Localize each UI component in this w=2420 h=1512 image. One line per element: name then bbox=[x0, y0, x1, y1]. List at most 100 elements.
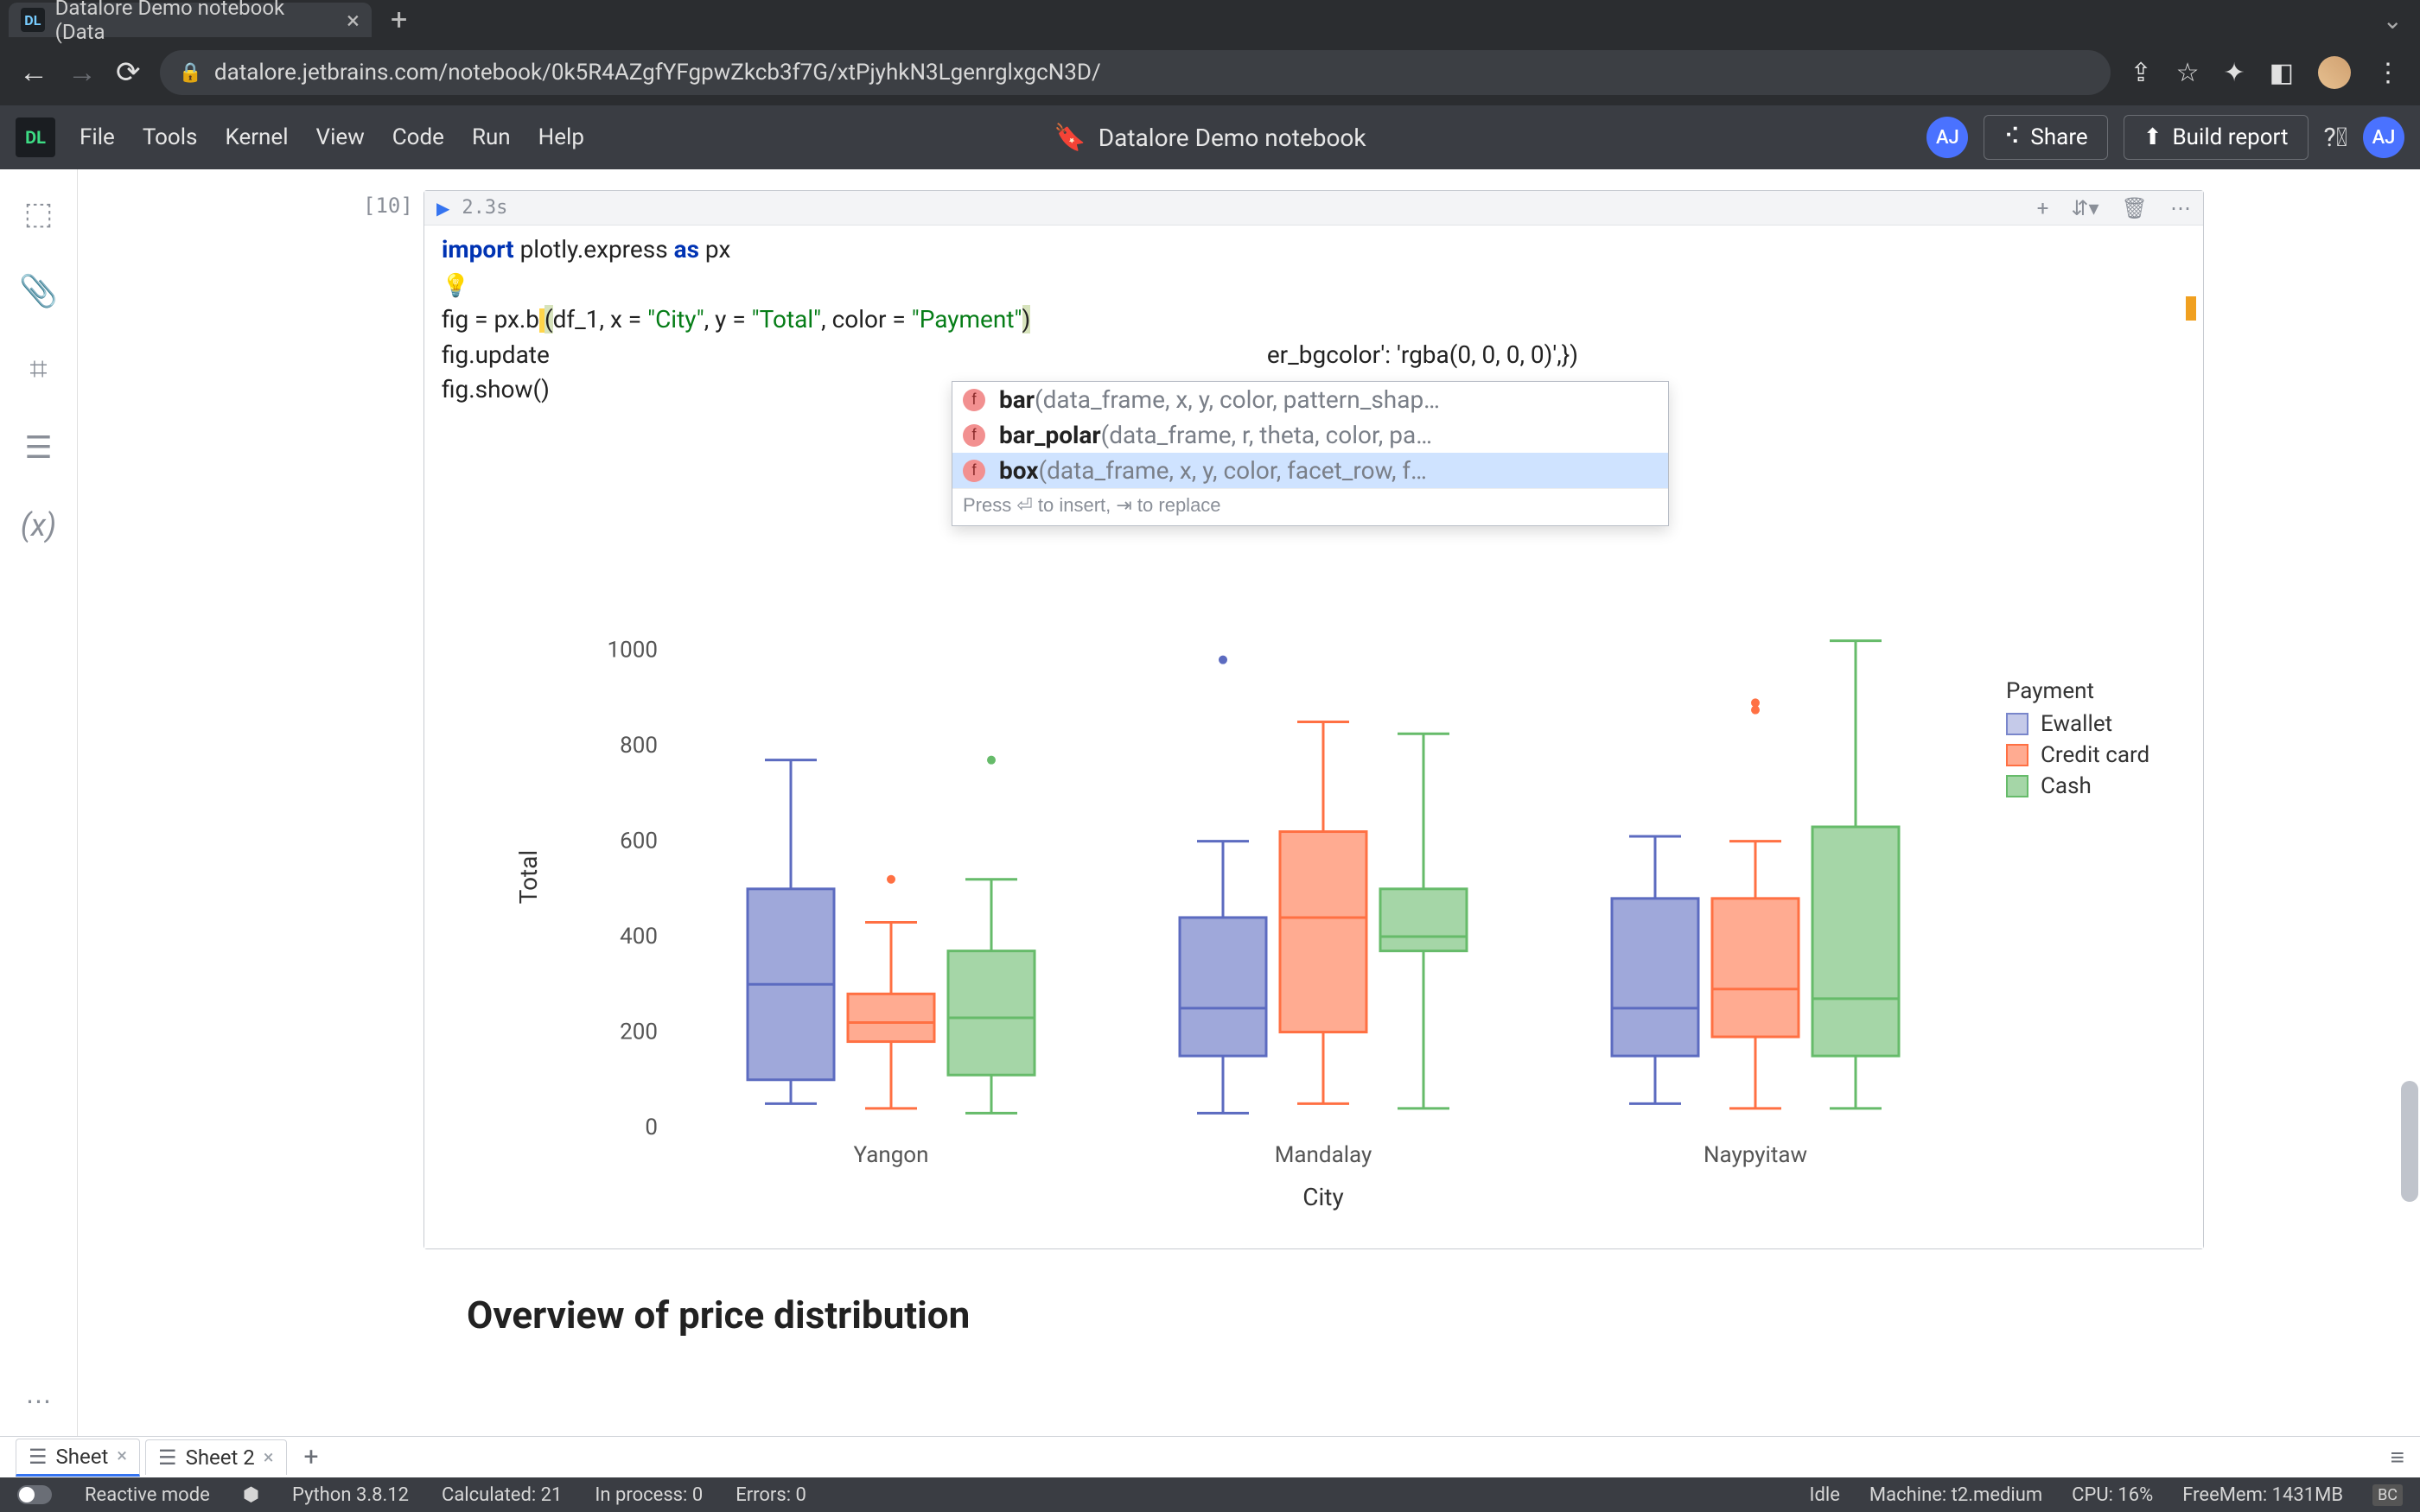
menu-view[interactable]: View bbox=[316, 124, 365, 150]
status-errors[interactable]: Errors: 0 bbox=[736, 1484, 806, 1506]
legend-item[interactable]: Credit card bbox=[2006, 742, 2149, 768]
status-cpu: CPU: 16% bbox=[2072, 1484, 2153, 1506]
cell-more-icon[interactable]: ⋯ bbox=[2170, 196, 2191, 220]
back-icon[interactable]: ← bbox=[19, 55, 48, 90]
outline-icon[interactable]: ☰ bbox=[24, 429, 52, 466]
sheet-tab[interactable]: ☰ Sheet × bbox=[16, 1439, 140, 1477]
menu-help[interactable]: Help bbox=[538, 124, 584, 150]
python-icon: ⬢ bbox=[243, 1484, 259, 1506]
status-right: Idle Machine: t2.medium CPU: 16% FreeMem… bbox=[1810, 1484, 2404, 1506]
sheet-icon: ☰ bbox=[158, 1445, 177, 1470]
tab-favicon: DL bbox=[21, 8, 45, 32]
code-txt: , color = bbox=[821, 305, 912, 334]
code-txt: px bbox=[699, 235, 730, 264]
status-reactive-label[interactable]: Reactive mode bbox=[85, 1484, 210, 1506]
legend-item[interactable]: Ewallet bbox=[2006, 711, 2149, 737]
datalore-logo[interactable]: DL bbox=[16, 118, 55, 157]
workspace: ⬚ 📎 ⌗ ☰ (x) ⋯ [10] ▶ 2.3s + ⇵▾ 🗑 ⋯ impor… bbox=[0, 169, 2420, 1436]
reactive-toggle[interactable] bbox=[17, 1485, 52, 1504]
menu-run[interactable]: Run bbox=[472, 124, 511, 150]
cube-icon[interactable]: ⬚ bbox=[23, 195, 53, 232]
profile-avatar[interactable] bbox=[2318, 56, 2351, 89]
chip-icon[interactable]: ⌗ bbox=[29, 351, 47, 388]
svg-text:Mandalay: Mandalay bbox=[1275, 1142, 1372, 1168]
hamburger-icon[interactable]: ≡ bbox=[2391, 1443, 2404, 1471]
browser-tab[interactable]: DL Datalore Demo notebook (Data × bbox=[9, 3, 372, 37]
close-icon[interactable]: × bbox=[347, 6, 360, 35]
bulb-icon[interactable]: 💡 bbox=[442, 273, 469, 299]
notebook-title[interactable]: Datalore Demo notebook bbox=[1099, 124, 1366, 152]
run-icon[interactable]: ▶ bbox=[436, 198, 449, 219]
variable-icon[interactable]: (x) bbox=[21, 507, 56, 543]
menu-code[interactable]: Code bbox=[392, 124, 444, 150]
user-avatar[interactable]: AJ bbox=[2363, 117, 2404, 158]
function-badge-icon: f bbox=[963, 460, 985, 482]
code-cell[interactable]: ▶ 2.3s + ⇵▾ 🗑 ⋯ import plotly.express as… bbox=[424, 190, 2204, 1249]
share-icon: ⠪ bbox=[2003, 124, 2020, 150]
paren-match: ) bbox=[1022, 305, 1031, 334]
sheet-label: Sheet bbox=[56, 1445, 109, 1469]
star-icon[interactable]: ☆ bbox=[2176, 58, 2200, 88]
address-bar-row: ← → ⟳ 🔒 datalore.jetbrains.com/notebook/… bbox=[0, 40, 2420, 105]
more-icon[interactable]: ⋯ bbox=[26, 1387, 52, 1417]
left-rail: ⬚ 📎 ⌗ ☰ (x) ⋯ bbox=[0, 169, 78, 1436]
share-label: Share bbox=[2030, 124, 2087, 150]
code-txt: fig.update bbox=[442, 340, 550, 369]
svg-text:600: 600 bbox=[620, 829, 658, 854]
build-report-label: Build report bbox=[2172, 124, 2288, 150]
status-bc-badge[interactable]: BC bbox=[2372, 1484, 2403, 1506]
extensions-icon[interactable]: ✦ bbox=[2224, 58, 2245, 88]
sheet-icon: ☰ bbox=[29, 1445, 48, 1469]
menu-kernel[interactable]: Kernel bbox=[225, 124, 288, 150]
box-plot[interactable]: 02004006008001000TotalYangonMandalayNayp… bbox=[476, 592, 2205, 1248]
add-cell-icon[interactable]: + bbox=[2037, 196, 2049, 220]
share-icon[interactable]: ⇪ bbox=[2130, 58, 2151, 88]
attachment-icon[interactable]: 📎 bbox=[19, 273, 58, 309]
delete-cell-icon[interactable]: 🗑 bbox=[2122, 196, 2148, 220]
new-tab-button[interactable]: + bbox=[391, 3, 407, 37]
browser-right-icons: ⇪ ☆ ✦ ◧ ⋮ bbox=[2130, 56, 2401, 89]
kebab-icon[interactable]: ⋮ bbox=[2375, 58, 2401, 88]
status-calculated[interactable]: Calculated: 21 bbox=[442, 1484, 562, 1506]
build-report-button[interactable]: ⬆ Build report bbox=[2124, 115, 2309, 160]
url-text: datalore.jetbrains.com/notebook/0k5R4AZg… bbox=[214, 60, 1101, 86]
collaborator-avatar[interactable]: AJ bbox=[1926, 117, 1968, 158]
sheet-tab[interactable]: ☰ Sheet 2 × bbox=[145, 1439, 286, 1475]
svg-text:Naypyitaw: Naypyitaw bbox=[1704, 1142, 1807, 1168]
forward-icon[interactable]: → bbox=[67, 55, 97, 90]
url-bar[interactable]: 🔒 datalore.jetbrains.com/notebook/0k5R4A… bbox=[160, 50, 2111, 95]
menu-tools[interactable]: Tools bbox=[143, 124, 198, 150]
chart-legend[interactable]: Payment Ewallet Credit card Cash bbox=[2006, 678, 2149, 804]
code-txt: er_bgcolor': 'rgba(0, 0, 0, 0)',}) bbox=[1267, 340, 1578, 369]
scrollbar-thumb[interactable] bbox=[2401, 1081, 2418, 1202]
upload-icon: ⬆ bbox=[2143, 124, 2162, 150]
panel-icon[interactable]: ◧ bbox=[2270, 58, 2294, 88]
close-icon[interactable]: × bbox=[264, 1447, 274, 1469]
reload-icon[interactable]: ⟳ bbox=[116, 55, 141, 90]
status-python[interactable]: Python 3.8.12 bbox=[292, 1484, 409, 1506]
autocomplete-popup[interactable]: f bar(data_frame, x, y, color, pattern_s… bbox=[952, 381, 1669, 526]
help-icon[interactable]: ?⃝ bbox=[2324, 123, 2347, 153]
chart-output: 02004006008001000TotalYangonMandalayNayp… bbox=[424, 592, 2203, 1248]
main-menu: File Tools Kernel View Code Run Help bbox=[80, 124, 584, 150]
sheet-tab-bar: ☰ Sheet × ☰ Sheet 2 × + ≡ bbox=[0, 1436, 2420, 1477]
add-sheet-button[interactable]: + bbox=[304, 1442, 319, 1472]
autocomplete-item[interactable]: f bar(data_frame, x, y, color, pattern_s… bbox=[952, 382, 1668, 417]
bookmark-icon[interactable]: 🔖 bbox=[1054, 123, 1086, 153]
legend-item[interactable]: Cash bbox=[2006, 773, 2149, 799]
sheet-label: Sheet 2 bbox=[186, 1445, 255, 1470]
autocomplete-item-selected[interactable]: f box(data_frame, x, y, color, facet_row… bbox=[952, 453, 1668, 488]
autocomplete-item[interactable]: f bar_polar(data_frame, r, theta, color,… bbox=[952, 417, 1668, 453]
close-icon[interactable]: × bbox=[117, 1445, 127, 1467]
menu-file[interactable]: File bbox=[80, 124, 115, 150]
window-chevron-icon[interactable]: ⌄ bbox=[2383, 6, 2420, 35]
share-button[interactable]: ⠪ Share bbox=[1984, 115, 2107, 160]
code-str: "Payment" bbox=[912, 305, 1022, 334]
status-machine[interactable]: Machine: t2.medium bbox=[1869, 1484, 2042, 1506]
ac-sig: (data_frame, x, y, color, facet_row, f… bbox=[1039, 456, 1427, 485]
error-stripe-mark[interactable] bbox=[2186, 296, 2196, 321]
status-inprocess[interactable]: In process: 0 bbox=[595, 1484, 703, 1506]
ac-name: bar_polar bbox=[999, 421, 1101, 449]
move-cell-icon[interactable]: ⇵▾ bbox=[2071, 196, 2098, 220]
status-mem: FreeMem: 1431MB bbox=[2182, 1484, 2343, 1506]
